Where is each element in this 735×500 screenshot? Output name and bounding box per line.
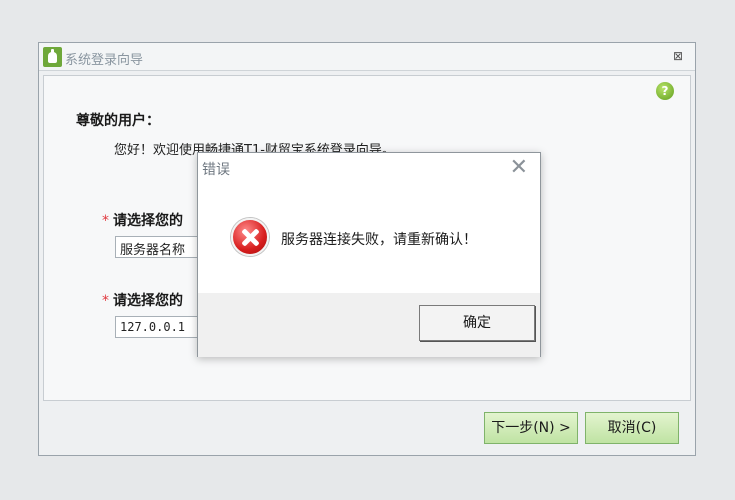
next-button[interactable]: 下一步(N) > [484,412,578,444]
error-dialog-footer: 确定 [198,293,540,357]
error-message: 服务器连接失败，请重新确认！ [281,232,477,248]
required-mark: * [102,213,109,229]
app-icon [43,47,62,67]
error-dialog-title: 错误 [202,162,230,178]
error-dialog: 错误 ✕ 服务器连接失败，请重新确认！ 确定 [197,152,541,357]
server-field-label: * 请选择您的 [102,213,183,229]
cancel-button[interactable]: 取消(C) [585,412,679,444]
required-mark: * [102,293,109,309]
ok-button[interactable]: 确定 [419,305,535,341]
login-field-label: * 请选择您的 [102,293,183,309]
close-icon[interactable]: ⊠ [673,49,683,63]
error-icon [231,218,269,256]
wizard-titlebar[interactable]: 系统登录向导 ⊠ [39,43,695,71]
close-icon[interactable]: ✕ [510,155,528,181]
greeting-heading: 尊敬的用户： [76,113,160,129]
help-icon[interactable]: ? [656,82,674,100]
wizard-title: 系统登录向导 [65,53,144,68]
